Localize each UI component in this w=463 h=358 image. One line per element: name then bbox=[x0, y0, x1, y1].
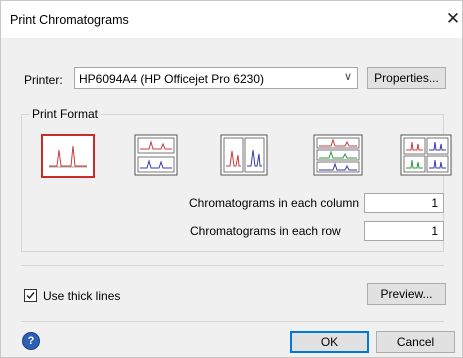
format-two-side-by-side[interactable] bbox=[217, 133, 271, 177]
help-icon[interactable]: ? bbox=[22, 332, 40, 350]
format-single-chromatogram[interactable] bbox=[41, 134, 95, 178]
format-grid-2x2[interactable] bbox=[399, 133, 453, 177]
title-bar: Print Chromatograms ✕ bbox=[1, 1, 462, 38]
printer-select[interactable]: HP6094A4 (HP Officejet Pro 6230) ∨ bbox=[74, 67, 358, 89]
close-icon[interactable]: ✕ bbox=[443, 9, 463, 29]
preview-button[interactable]: Preview... bbox=[367, 283, 446, 305]
row-count-input[interactable]: 1 bbox=[364, 221, 444, 241]
print-format-label: Print Format bbox=[29, 107, 102, 121]
dialog-title: Print Chromatograms bbox=[10, 13, 129, 27]
two-side-by-side-icon bbox=[220, 134, 268, 176]
three-stacked-rows-icon bbox=[313, 134, 363, 176]
thick-lines-label: Use thick lines bbox=[43, 289, 121, 303]
format-two-stacked-rows[interactable] bbox=[129, 133, 183, 177]
properties-button[interactable]: Properties... bbox=[367, 67, 446, 89]
checkmark-icon bbox=[26, 292, 35, 300]
cancel-button[interactable]: Cancel bbox=[376, 331, 455, 353]
grid-2x2-icon bbox=[400, 134, 452, 176]
divider-bottom bbox=[21, 321, 444, 322]
format-three-stacked-rows[interactable] bbox=[311, 133, 365, 177]
divider-top bbox=[21, 265, 444, 266]
chevron-down-icon: ∨ bbox=[343, 71, 352, 83]
thick-lines-checkbox[interactable] bbox=[24, 289, 37, 302]
column-count-label: Chromatograms in each column bbox=[189, 196, 360, 210]
single-chromatogram-icon bbox=[43, 136, 93, 176]
printer-label: Printer: bbox=[24, 73, 63, 87]
column-count-input[interactable]: 1 bbox=[364, 193, 444, 213]
two-stacked-rows-icon bbox=[134, 134, 178, 176]
printer-select-value: HP6094A4 (HP Officejet Pro 6230) bbox=[79, 72, 264, 86]
print-chromatograms-dialog: Print Chromatograms ✕ Printer: HP6094A4 … bbox=[0, 0, 463, 358]
row-count-label: Chromatograms in each row bbox=[190, 224, 341, 238]
ok-button[interactable]: OK bbox=[290, 331, 369, 353]
